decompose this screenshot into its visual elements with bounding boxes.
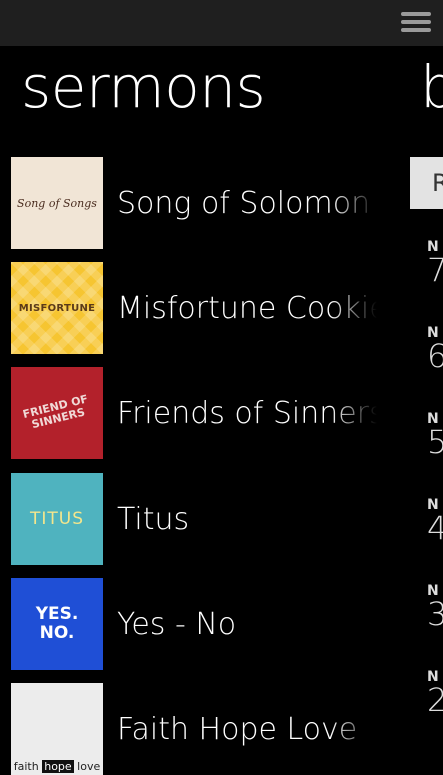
peek-row-number: 5 (427, 423, 443, 461)
thumbnail-text: FRIEND OF SINNERS (21, 392, 90, 432)
sermon-thumbnail: faith hope love (11, 683, 103, 775)
peek-row-number: 2 (427, 681, 443, 719)
thumbnail-text: MISFORTUNE (18, 302, 96, 314)
sermon-thumbnail: TITUS (11, 473, 103, 565)
next-pivot-title[interactable]: b (420, 58, 443, 116)
peek-row-number: 7 (427, 251, 443, 289)
peek-row[interactable]: N 3 (427, 584, 443, 630)
sermon-item-titus[interactable]: TITUS Titus (11, 473, 411, 565)
sermon-title: Friends of Sinners (117, 395, 377, 431)
sermon-title: Misfortune Cookie (117, 290, 377, 326)
thumbnail-word: faith (13, 760, 39, 773)
peek-row[interactable]: N 7 (427, 240, 443, 286)
peek-row[interactable]: N 2 (427, 670, 443, 716)
sermon-item-misfortune-cookie[interactable]: MISFORTUNE Misfortune Cookie (11, 262, 411, 354)
sermon-title: Song of Solomon (117, 185, 371, 221)
peek-row[interactable]: N 4 (427, 498, 443, 544)
sermon-thumbnail: YES. NO. (11, 578, 103, 670)
page-title: sermons (21, 53, 266, 121)
peek-row-number: 3 (427, 595, 443, 633)
peek-button-label: R (432, 169, 443, 197)
sermon-item-faith-hope-love[interactable]: faith hope love Faith Hope Love (11, 683, 411, 775)
app-bar (0, 0, 443, 46)
thumbnail-text: YES. NO. (36, 605, 79, 642)
peek-button[interactable]: R (410, 157, 443, 209)
thumbnail-text: TITUS (29, 509, 85, 529)
thumbnail-text-line: NO. (39, 623, 75, 643)
sermon-item-song-of-solomon[interactable]: Song of Songs Song of Solomon (11, 157, 411, 249)
sermon-thumbnail: Song of Songs (11, 157, 103, 249)
thumbnail-word: hope (42, 760, 74, 773)
sermon-item-friends-of-sinners[interactable]: FRIEND OF SINNERS Friends of Sinners (11, 367, 411, 459)
sermon-title: Faith Hope Love (117, 711, 358, 747)
sermon-item-yes-no[interactable]: YES. NO. Yes - No (11, 578, 411, 670)
thumbnail-text: faith hope love (13, 760, 101, 773)
peek-row[interactable]: N 5 (427, 412, 443, 458)
thumbnail-text: Song of Songs (17, 196, 97, 210)
sermon-title: Yes - No (117, 606, 237, 642)
hamburger-menu-icon[interactable] (401, 12, 433, 34)
peek-row-number: 6 (427, 337, 443, 375)
sermon-title: Titus (117, 501, 190, 537)
sermon-thumbnail: FRIEND OF SINNERS (11, 367, 103, 459)
peek-row[interactable]: N 6 (427, 326, 443, 372)
peek-row-number: 4 (427, 509, 443, 547)
sermon-thumbnail: MISFORTUNE (11, 262, 103, 354)
thumbnail-text-line: YES. (35, 604, 79, 625)
thumbnail-word: love (77, 760, 101, 773)
